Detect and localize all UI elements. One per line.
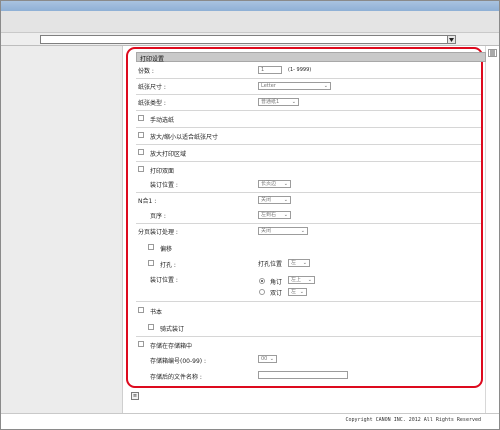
copies-range: (1- 9999) bbox=[288, 67, 312, 73]
staple-double-select[interactable]: 左 ⌄ bbox=[288, 288, 307, 296]
binding-position-label: 装订位置 : bbox=[150, 182, 178, 189]
punch-checkbox[interactable] bbox=[148, 260, 154, 266]
status-bar: Copyright CANON INC. 2012 All Rights Res… bbox=[1, 413, 499, 429]
chevron-down-icon: ⌄ bbox=[307, 277, 312, 283]
box-number-select[interactable]: 00 ⌄ bbox=[258, 355, 277, 363]
copies-input[interactable]: 1 bbox=[258, 66, 282, 74]
duplex-label: 打印双面 bbox=[150, 168, 175, 175]
panel-title: 打印设置 bbox=[140, 56, 165, 63]
staple-corner-radio[interactable] bbox=[259, 278, 265, 284]
divider bbox=[136, 110, 481, 111]
paper-size-value: Letter bbox=[261, 83, 276, 89]
paper-size-select[interactable]: Letter ⌄ bbox=[258, 82, 331, 90]
chevron-down-icon: ⌄ bbox=[283, 181, 288, 187]
print-settings-panel: 打印设置 份数 : 1 (1- 9999) 纸张尺寸 : Letter ⌄ 纸张类… bbox=[126, 47, 486, 388]
finishing-label: 分页装订处理 : bbox=[138, 229, 178, 236]
store-in-box-label: 存储在存储箱中 bbox=[150, 343, 193, 350]
binding-position-select[interactable]: 长页边 ⌄ bbox=[258, 180, 291, 188]
page-order-value: 左到右 bbox=[261, 212, 277, 218]
divider bbox=[136, 301, 481, 302]
copies-value: 1 bbox=[261, 67, 265, 73]
store-in-box-checkbox[interactable] bbox=[138, 341, 144, 347]
title-bar bbox=[1, 1, 499, 11]
zoom-fit-label: 放大/缩小以适合纸张尺寸 bbox=[150, 134, 219, 141]
chevron-down-icon: ⌄ bbox=[300, 228, 305, 234]
zoom-fit-checkbox[interactable] bbox=[138, 132, 144, 138]
chevron-down-icon[interactable] bbox=[447, 35, 456, 44]
enlarge-print-area-label: 放大打印区域 bbox=[150, 151, 187, 158]
divider bbox=[136, 192, 481, 193]
punch-position-select[interactable]: 左 ⌄ bbox=[288, 259, 310, 267]
panel-header: 打印设置 bbox=[136, 52, 486, 63]
paper-type-value: 普通纸1 bbox=[261, 99, 280, 105]
punch-label: 打孔 : bbox=[160, 262, 176, 269]
finishing-select[interactable]: 关闭 ⌄ bbox=[258, 227, 308, 235]
saddle-stitch-checkbox[interactable] bbox=[148, 324, 154, 330]
stored-file-name-label: 存储后的文件名称 : bbox=[150, 374, 202, 381]
staple-double-value: 左 bbox=[291, 289, 297, 295]
copies-label: 份数 : bbox=[138, 68, 154, 75]
divider bbox=[136, 94, 481, 95]
nup-value: 关闭 bbox=[261, 197, 272, 203]
collapse-icon[interactable]: ≡ bbox=[131, 392, 139, 400]
finishing-value: 关闭 bbox=[261, 228, 272, 234]
box-number-value: 00 bbox=[261, 356, 268, 362]
staple-double-radio[interactable] bbox=[259, 289, 265, 295]
manual-feed-checkbox[interactable] bbox=[138, 115, 144, 121]
offset-checkbox[interactable] bbox=[148, 244, 154, 250]
chevron-down-icon: ⌄ bbox=[323, 83, 328, 89]
page-order-label: 页序 : bbox=[150, 213, 166, 220]
vertical-scrollbar[interactable] bbox=[485, 46, 498, 413]
booklet-checkbox[interactable] bbox=[138, 307, 144, 313]
duplex-checkbox[interactable] bbox=[138, 166, 144, 172]
divider bbox=[136, 161, 481, 162]
punch-position-value: 左 bbox=[291, 260, 297, 266]
page-order-select[interactable]: 左到右 ⌄ bbox=[258, 211, 291, 219]
divider bbox=[136, 336, 481, 337]
punch-position-label: 打孔位置 bbox=[258, 261, 283, 268]
copyright-text: Copyright CANON INC. 2012 All Rights Res… bbox=[345, 417, 481, 423]
chevron-down-icon: ⌄ bbox=[291, 99, 296, 105]
toolbar bbox=[1, 11, 499, 33]
chevron-down-icon: ⌄ bbox=[269, 356, 274, 362]
staple-corner-value: 左上 bbox=[291, 277, 302, 283]
manual-feed-label: 手动选纸 bbox=[150, 117, 175, 124]
divider bbox=[136, 223, 481, 224]
divider bbox=[136, 127, 481, 128]
stored-file-name-input[interactable] bbox=[258, 371, 348, 379]
booklet-label: 书本 bbox=[150, 309, 163, 316]
box-number-label: 存储箱编号(00-99) : bbox=[150, 358, 207, 365]
paper-type-label: 纸张类型 : bbox=[138, 100, 166, 107]
offset-label: 偏移 bbox=[160, 246, 173, 253]
address-row bbox=[1, 33, 499, 46]
left-pane bbox=[1, 46, 123, 413]
chevron-down-icon: ⌄ bbox=[283, 197, 288, 203]
staple-double-label: 双订 bbox=[270, 290, 283, 297]
chevron-down-icon: ⌄ bbox=[283, 212, 288, 218]
enlarge-print-area-checkbox[interactable] bbox=[138, 149, 144, 155]
address-field[interactable] bbox=[40, 35, 456, 44]
chevron-down-icon: ⌄ bbox=[299, 289, 304, 295]
nup-label: N合1 : bbox=[138, 198, 157, 205]
divider bbox=[136, 144, 481, 145]
chevron-down-icon: ⌄ bbox=[302, 260, 307, 266]
paper-type-select[interactable]: 普通纸1 ⌄ bbox=[258, 98, 299, 106]
nup-select[interactable]: 关闭 ⌄ bbox=[258, 196, 291, 204]
divider bbox=[136, 78, 481, 79]
scroll-up-icon[interactable] bbox=[488, 49, 497, 57]
staple-corner-select[interactable]: 左上 ⌄ bbox=[288, 276, 315, 284]
binding-position-value: 长页边 bbox=[261, 181, 277, 187]
saddle-stitch-label: 骑式装订 bbox=[160, 326, 185, 333]
staple-position-label: 装订位置 : bbox=[150, 277, 178, 284]
paper-size-label: 纸张尺寸 : bbox=[138, 84, 166, 91]
staple-corner-label: 角订 bbox=[270, 279, 283, 286]
